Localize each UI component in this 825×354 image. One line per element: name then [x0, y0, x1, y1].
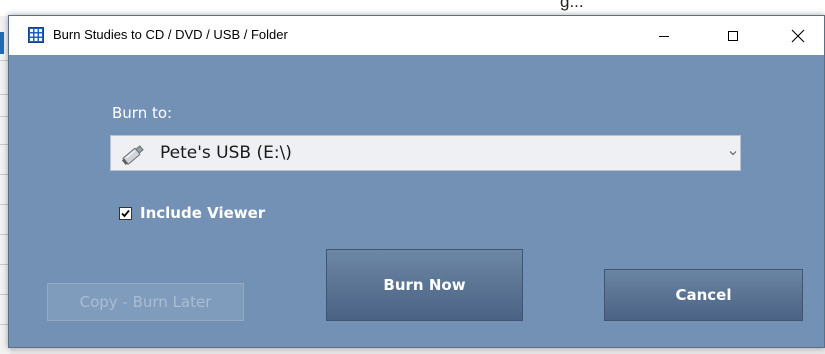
close-button[interactable] — [775, 16, 821, 55]
copy-burn-later-button[interactable]: Copy - Burn Later — [47, 283, 244, 321]
background-partial-text: g... — [560, 0, 584, 11]
window-title: Burn Studies to CD / DVD / USB / Folder — [53, 27, 288, 42]
burn-to-label: Burn to: — [112, 104, 173, 122]
destination-dropdown[interactable]: Pete's USB (E:\) — [110, 135, 741, 171]
maximize-button[interactable] — [710, 16, 756, 55]
close-icon — [791, 29, 805, 42]
usb-drive-icon — [121, 145, 144, 166]
checkmark-icon — [121, 209, 130, 218]
include-viewer-label[interactable]: Include Viewer — [140, 204, 265, 222]
destination-selected-value: Pete's USB (E:\) — [160, 143, 292, 163]
burn-now-button[interactable]: Burn Now — [326, 249, 523, 321]
grid-app-icon — [28, 27, 44, 43]
cancel-button[interactable]: Cancel — [604, 269, 803, 321]
maximize-icon — [728, 30, 738, 41]
chevron-down-icon — [729, 151, 737, 156]
minimize-icon — [659, 35, 669, 37]
minimize-button[interactable] — [641, 16, 687, 55]
burn-dialog: Burn Studies to CD / DVD / USB / Folder … — [8, 15, 825, 348]
background-app-area: g... — [0, 0, 825, 16]
title-bar[interactable]: Burn Studies to CD / DVD / USB / Folder — [9, 16, 824, 55]
include-viewer-checkbox[interactable] — [119, 207, 132, 220]
background-selection-accent — [0, 32, 4, 54]
